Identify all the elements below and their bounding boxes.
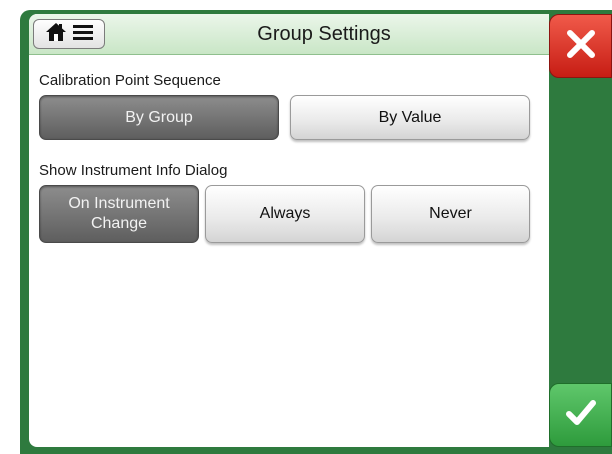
by-group-button[interactable]: By Group [39, 95, 279, 140]
page-title: Group Settings [257, 23, 391, 45]
screen: Group Settings Calibration Point Sequenc… [29, 14, 549, 447]
never-button[interactable]: Never [371, 185, 530, 243]
close-x-icon [566, 29, 596, 64]
on-instrument-change-line-2: Change [90, 215, 148, 232]
checkmark-icon [565, 399, 596, 432]
on-instrument-change-line-1: On Instrument [68, 195, 170, 212]
header-bar: Group Settings [29, 14, 549, 55]
close-button[interactable] [549, 14, 612, 78]
accept-button[interactable] [549, 383, 612, 447]
always-button[interactable]: Always [205, 185, 365, 243]
calibration-point-sequence-label: Calibration Point Sequence [39, 72, 221, 89]
by-value-button[interactable]: By Value [290, 95, 530, 140]
on-instrument-change-button[interactable]: On Instrument Change [39, 185, 199, 243]
show-instrument-info-dialog-label: Show Instrument Info Dialog [39, 162, 228, 179]
